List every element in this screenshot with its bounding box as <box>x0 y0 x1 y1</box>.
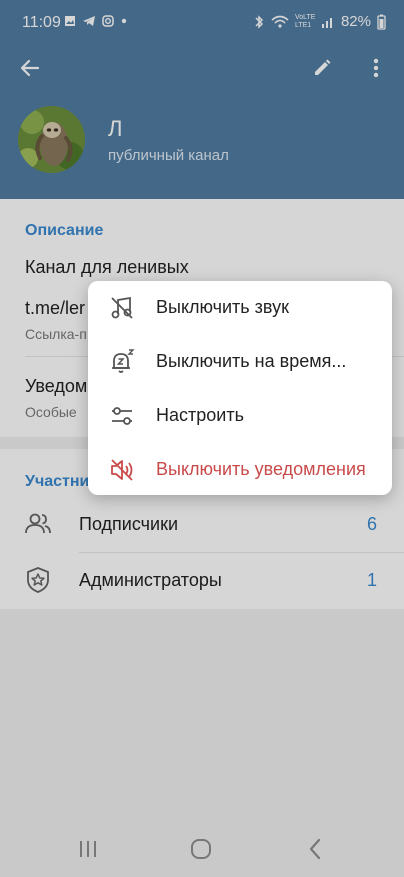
recent-apps-button[interactable] <box>70 835 106 863</box>
menu-item-label: Выключить звук <box>156 297 289 317</box>
menu-item-label: Настроить <box>156 405 244 425</box>
home-icon <box>191 839 211 859</box>
home-button[interactable] <box>183 835 219 863</box>
sliders-icon <box>112 407 132 425</box>
system-navigation-bar <box>0 817 404 877</box>
notifications-off-icon <box>111 459 133 481</box>
menu-item-customize[interactable]: Настроить <box>88 389 392 443</box>
mute-icon <box>111 296 133 319</box>
menu-item-mute-for-time[interactable]: Выключить на время... <box>88 335 392 389</box>
snooze-bell-icon <box>112 349 135 373</box>
menu-item-disable-notifications[interactable]: Выключить уведомления <box>88 443 392 497</box>
recent-apps-icon <box>80 841 96 857</box>
menu-item-label: Выключить уведомления <box>156 459 366 479</box>
menu-item-mute[interactable]: Выключить звук <box>88 281 392 335</box>
back-nav-button[interactable] <box>297 835 333 863</box>
menu-item-label: Выключить на время... <box>156 351 347 371</box>
notification-options-menu: Выключить звук Выключить на время... Нас… <box>88 281 392 495</box>
chevron-left-icon <box>309 838 321 860</box>
